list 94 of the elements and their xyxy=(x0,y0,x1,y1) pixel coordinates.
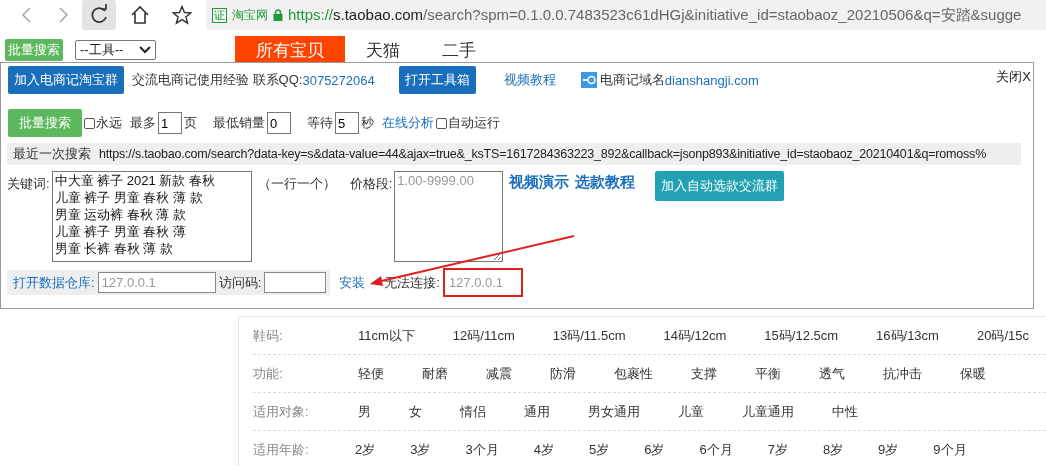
filter-option[interactable]: 15码/12.5cm xyxy=(764,326,839,345)
filter-option[interactable]: 男 xyxy=(358,402,371,421)
filter-option[interactable]: 6个月 xyxy=(699,440,733,459)
filter-option[interactable]: 包裹性 xyxy=(614,364,653,383)
price-label: 价格段: xyxy=(349,175,393,193)
filter-label: 鞋码: xyxy=(253,326,284,345)
checkbox[interactable] xyxy=(436,117,447,129)
filter-option[interactable]: 5岁 xyxy=(588,440,610,459)
filter-option[interactable]: 20码/15c xyxy=(976,326,1029,345)
caret-icon xyxy=(139,46,151,54)
filter-option[interactable]: 9个月 xyxy=(933,440,967,459)
keywords-hint: （一行一个） xyxy=(257,175,336,193)
last-search-label: 最近一次搜索 xyxy=(13,145,91,163)
filter-option[interactable]: 抗冲击 xyxy=(883,364,922,383)
tool-select[interactable]: --工具-- xyxy=(75,40,156,60)
keyword-line: 中大童 裤子 2021 新款 春秋 xyxy=(54,172,215,189)
checkbox-label: 永远 xyxy=(96,114,122,132)
filter-option[interactable]: 情侣 xyxy=(460,402,486,421)
filter-option[interactable]: 13码/11.5cm xyxy=(552,326,626,345)
install-link[interactable]: 安装 xyxy=(339,273,366,292)
domain-link[interactable]: dianshangji.com xyxy=(664,72,759,88)
max-pages-field[interactable]: 1 xyxy=(158,112,182,134)
filter-option[interactable]: 16码/13cm xyxy=(876,326,939,345)
open-warehouse-link[interactable]: 打开数据仓库: xyxy=(13,273,95,292)
filter-option[interactable]: 轻便 xyxy=(358,364,384,383)
keywords-field[interactable]: 中大童 裤子 2021 新款 春秋 儿童 裤子 男童 春秋 薄 款 男童 运动裤 春秋 薄 款 儿童 裤子 男童 春秋 薄 男童 长裤 春秋 薄 款 xyxy=(51,171,252,262)
category-tab[interactable]: 二手 xyxy=(421,36,497,66)
filter-option[interactable]: 通用 xyxy=(524,402,550,421)
filter-option[interactable]: 3岁 xyxy=(410,440,431,459)
filter-label: 适用年龄: xyxy=(253,440,310,459)
filter-label: 适用对象: xyxy=(253,402,310,421)
site-name: 淘宝网 xyxy=(232,6,268,24)
keyword-line: 儿童 裤子 男童 春秋 薄 xyxy=(54,223,187,240)
min-sales-field[interactable]: 0 xyxy=(267,112,291,134)
online-analysis-link[interactable]: 在线分析 xyxy=(382,114,434,132)
wait-label: 等待 xyxy=(307,114,333,132)
unit-label: 页 xyxy=(184,114,197,132)
filter-option[interactable]: 减震 xyxy=(486,364,512,383)
max-pages-label: 最多 xyxy=(130,114,156,132)
address-url: https://s.taobao.com/search?spm=0.1.0.0.7483523c61dHGj&initiative_id=staobaoz_20210506&q=安踏&sugge xyxy=(288,5,1022,25)
keywords-label: 关键词: xyxy=(7,175,50,193)
unit-label: 秒 xyxy=(361,114,374,132)
filter-option[interactable]: 2岁 xyxy=(355,440,376,459)
filter-option[interactable]: 支撑 xyxy=(691,364,717,383)
home-icon[interactable] xyxy=(130,5,150,25)
filter-option[interactable]: 9岁 xyxy=(878,440,899,459)
domain-label: 电商记域名 xyxy=(599,71,665,87)
filter-option[interactable]: 14码/12cm xyxy=(663,326,727,345)
filter-option[interactable]: 11cm以下 xyxy=(358,326,415,345)
filter-option[interactable]: 3个月 xyxy=(465,440,499,459)
qq-link[interactable]: 3075272064 xyxy=(302,72,375,88)
filter-option[interactable]: 保暖 xyxy=(960,364,986,383)
filter-option[interactable]: 12码/11cm xyxy=(452,326,515,345)
category-tab[interactable]: 天猫 xyxy=(345,36,421,66)
reload-icon[interactable] xyxy=(82,0,116,30)
filter-option[interactable]: 4岁 xyxy=(533,440,554,459)
filter-option[interactable]: 耐磨 xyxy=(422,364,448,383)
access-code-field[interactable] xyxy=(264,272,327,293)
filter-option[interactable]: 平衡 xyxy=(755,364,781,383)
open-toolbox-button[interactable]: 打开工具箱 xyxy=(398,66,476,94)
checkbox-label: 自动运行 xyxy=(448,114,500,132)
filter-option[interactable]: 儿童 xyxy=(678,402,704,421)
filter-option[interactable]: 男女通用 xyxy=(588,402,640,421)
filter-option[interactable]: 儿童通用 xyxy=(742,402,794,421)
tutorial-link[interactable]: 视频演示 xyxy=(509,173,570,192)
status-field[interactable]: 127.0.0.1 xyxy=(442,268,523,297)
address-field[interactable]: 127.0.0.1 xyxy=(97,272,216,293)
filter-option[interactable]: 防滑 xyxy=(550,364,576,383)
video-tutorial-link[interactable]: 视频教程 xyxy=(503,71,556,89)
logo-icon xyxy=(580,72,597,88)
filter-option[interactable]: 8岁 xyxy=(822,440,844,459)
filter-option[interactable]: 透气 xyxy=(819,364,845,383)
keyword-line: 男童 长裤 春秋 薄 款 xyxy=(54,240,174,257)
contact-text: 交流电商记使用经验 联系QQ: xyxy=(132,71,303,89)
wait-field[interactable]: 5 xyxy=(335,112,359,134)
certificate-badge: 证 xyxy=(212,7,227,23)
filter-option[interactable]: 7岁 xyxy=(767,440,788,459)
tutorial-link[interactable]: 选款教程 xyxy=(575,173,636,192)
address-bar[interactable]: 证 淘宝网 https://s.taobao.com/search?spm=0.1.0.0.7483523c61dHGj&initiative_id=staobaoz_20210506&q=安踏&sugge xyxy=(206,0,1046,30)
last-search-url: https://s.taobao.com/search?data-key=s&data-value=44&ajax=true&_ksTS=1617284363223_892&callback=jsonp893&initiative_id=staobaoz_20210401&q=romoss% xyxy=(99,147,987,161)
filter-option[interactable]: 女 xyxy=(409,402,422,421)
close-button[interactable]: 关闭X xyxy=(996,68,1031,86)
filter-label: 功能: xyxy=(253,364,284,383)
lock-icon xyxy=(273,9,283,21)
filter-option[interactable]: 6岁 xyxy=(644,440,665,459)
checkbox[interactable] xyxy=(84,117,95,129)
join-group-button[interactable]: 加入电商记淘宝群 xyxy=(8,66,124,94)
min-sales-label: 最低销量 xyxy=(213,114,265,132)
keyword-line: 儿童 裤子 男童 春秋 薄 款 xyxy=(54,189,203,206)
filter-option[interactable]: 中性 xyxy=(832,402,858,421)
keyword-line: 男童 运动裤 春秋 薄 款 xyxy=(54,206,187,223)
price-field[interactable]: 1.00-9999.00 xyxy=(394,171,504,262)
star-icon[interactable] xyxy=(172,5,192,25)
access-code-label: 访问码: xyxy=(218,273,262,292)
